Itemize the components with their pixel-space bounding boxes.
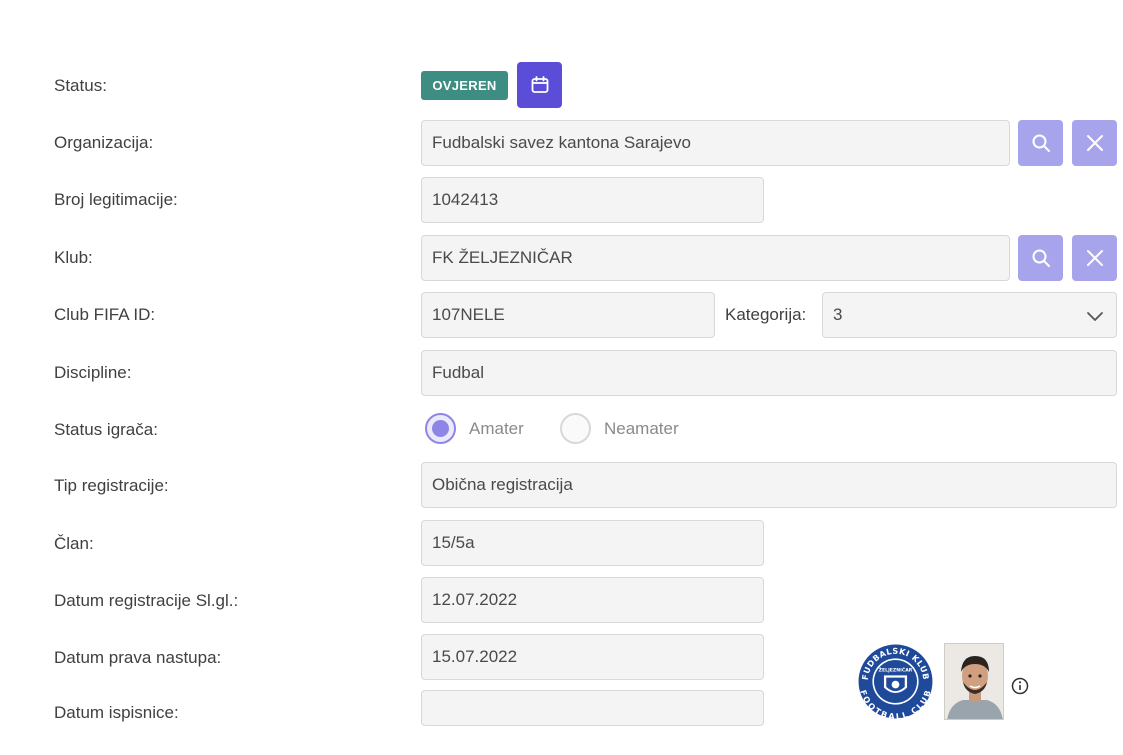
tip-registracije-field[interactable]: Obična registracija <box>421 462 1117 508</box>
datum-ispisnice-field[interactable] <box>421 690 764 726</box>
broj-legitimacije-label: Broj legitimacije: <box>54 190 178 209</box>
organizacija-search-button[interactable] <box>1018 120 1063 166</box>
status-label: Status: <box>54 76 107 95</box>
chevron-down-icon <box>1087 312 1103 321</box>
calendar-button[interactable] <box>517 62 562 108</box>
klub-clear-button[interactable] <box>1072 235 1117 281</box>
kategorija-value: 3 <box>833 305 843 324</box>
radio-amater[interactable] <box>425 413 456 444</box>
status-igraca-label: Status igrača: <box>54 420 158 439</box>
radio-amater-label[interactable]: Amater <box>469 417 524 441</box>
klub-search-button[interactable] <box>1018 235 1063 281</box>
organizacija-field[interactable]: Fudbalski savez kantona Sarajevo <box>421 120 1010 166</box>
close-icon <box>1086 135 1103 151</box>
datum-registracije-label: Datum registracije Sl.gl.: <box>54 591 239 610</box>
klub-field[interactable]: FK ŽELJEZNIČAR <box>421 235 1010 281</box>
info-icon[interactable] <box>1011 677 1029 695</box>
club-fifa-id-label: Club FIFA ID: <box>54 305 156 324</box>
radio-dot <box>432 420 449 437</box>
status-badge: OVJEREN <box>421 71 508 100</box>
kategorija-select[interactable]: 3 <box>822 292 1117 338</box>
tip-registracije-label: Tip registracije: <box>54 476 169 495</box>
search-icon <box>1032 134 1050 152</box>
kategorija-label: Kategorija: <box>725 305 807 324</box>
search-icon <box>1032 249 1050 267</box>
discipline-field[interactable]: Fudbal <box>421 350 1117 396</box>
organizacija-label: Organizacija: <box>54 133 154 152</box>
datum-ispisnice-label: Datum ispisnice: <box>54 703 179 722</box>
datum-registracije-field[interactable]: 12.07.2022 <box>421 577 764 623</box>
calendar-icon <box>531 76 548 93</box>
klub-label: Klub: <box>54 248 93 267</box>
discipline-label: Discipline: <box>54 363 132 382</box>
club-logo: FUDBALSKI KLUB FOOTBALL CLUB ŽELJEZNIČAR <box>858 644 933 720</box>
radio-neamater-label[interactable]: Neamater <box>604 417 679 441</box>
clan-label: Član: <box>54 534 94 553</box>
close-icon <box>1086 250 1103 266</box>
player-photo <box>944 643 1004 720</box>
player-photo-image <box>945 644 1003 719</box>
radio-neamater[interactable] <box>560 413 591 444</box>
clan-field[interactable]: 15/5a <box>421 520 764 566</box>
datum-prava-nastupa-label: Datum prava nastupa: <box>54 648 222 667</box>
organizacija-clear-button[interactable] <box>1072 120 1117 166</box>
datum-prava-nastupa-field[interactable]: 15.07.2022 <box>421 634 764 680</box>
broj-legitimacije-field[interactable]: 1042413 <box>421 177 764 223</box>
club-fifa-id-field[interactable]: 107NELE <box>421 292 715 338</box>
